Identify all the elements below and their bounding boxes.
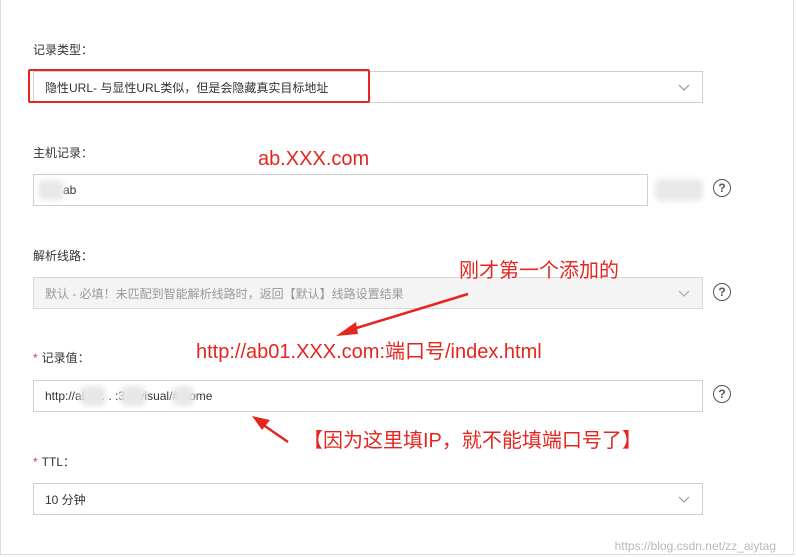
highlight-box	[28, 69, 370, 103]
host-record-input[interactable]: ab	[33, 174, 648, 206]
chevron-down-icon	[678, 290, 690, 297]
record-type-label: 记录类型：	[33, 43, 94, 57]
annotation-warning: 【因为这里填IP，就不能填端口号了】	[303, 430, 642, 452]
redaction	[120, 386, 146, 406]
redaction	[38, 180, 64, 200]
help-icon[interactable]: ?	[713, 179, 731, 197]
ttl-label: * TTL：	[33, 455, 76, 469]
resolve-line-value: 默认 - 必填！未匹配到智能解析线路时，返回【默认】线路设置结果	[45, 286, 404, 301]
ttl-value: 10 分钟	[45, 492, 86, 507]
domain-suffix-redacted	[655, 179, 703, 201]
redaction	[80, 386, 106, 406]
watermark: https://blog.csdn.net/zz_aiytag	[614, 539, 776, 553]
required-asterisk: *	[33, 351, 38, 365]
required-asterisk: *	[33, 455, 38, 469]
help-icon[interactable]: ?	[713, 385, 731, 403]
annotation-line: 刚才第一个添加的	[459, 260, 619, 282]
ttl-select[interactable]: 10 分钟	[33, 483, 703, 515]
record-value-label: * 记录值：	[33, 351, 90, 365]
help-icon[interactable]: ?	[713, 283, 731, 301]
resolve-line-label: 解析线路：	[33, 249, 94, 263]
annotation-value: http://ab01.XXX.com:端口号/index.html	[196, 341, 542, 363]
redaction	[172, 386, 194, 406]
chevron-down-icon	[678, 496, 690, 503]
annotation-host: ab.XXX.com	[258, 148, 370, 170]
chevron-down-icon	[678, 84, 690, 91]
host-record-label: 主机记录：	[33, 146, 94, 160]
